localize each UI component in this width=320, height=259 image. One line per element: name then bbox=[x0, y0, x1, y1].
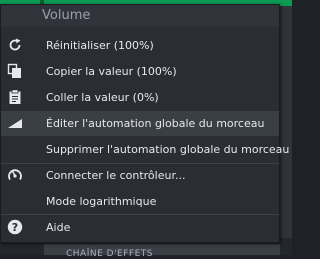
menu-item-label: Mode logarithmique bbox=[46, 195, 157, 208]
menu-item-edit-global-automation[interactable]: Éditer l'automation globale du morceau bbox=[1, 111, 279, 136]
help-icon: ? bbox=[7, 219, 23, 235]
svg-text:?: ? bbox=[12, 221, 18, 234]
menu-item-label: Supprimer l'automation globale du morcea… bbox=[46, 143, 290, 156]
menu-item-label: Connecter le contrôleur... bbox=[46, 169, 186, 182]
menu-item-label: Éditer l'automation globale du morceau bbox=[46, 117, 265, 130]
menu-title: Volume bbox=[1, 5, 279, 27]
context-menu: Volume Réinitialiser (100%) Copier la va… bbox=[0, 4, 289, 243]
window-edge bbox=[280, 6, 292, 238]
effects-chain-label: CHAÎNE D'EFFETS bbox=[66, 249, 153, 259]
menu-item-copy-value[interactable]: Copier la valeur (100%) bbox=[1, 59, 279, 84]
copy-icon bbox=[7, 63, 23, 79]
menu-item-label: Réinitialiser (100%) bbox=[46, 39, 154, 52]
menu-item-reset[interactable]: Réinitialiser (100%) bbox=[1, 33, 279, 58]
menu-item-log-mode[interactable]: Mode logarithmique bbox=[1, 189, 279, 214]
menu-item-label: Aide bbox=[46, 221, 71, 234]
menu-item-help[interactable]: ? Aide bbox=[1, 215, 279, 240]
menu-item-remove-global-automation[interactable]: Supprimer l'automation globale du morcea… bbox=[1, 137, 289, 162]
menu-item-label: Copier la valeur (100%) bbox=[46, 65, 177, 78]
reload-icon bbox=[7, 37, 23, 53]
paste-icon bbox=[7, 89, 23, 105]
menu-item-label: Coller la valeur (0%) bbox=[46, 91, 159, 104]
menu-item-connect-controller[interactable]: Connecter le contrôleur... bbox=[1, 163, 279, 188]
automation-ramp-icon bbox=[7, 115, 23, 131]
controller-knob-icon bbox=[7, 167, 23, 183]
menu-item-paste-value[interactable]: Coller la valeur (0%) bbox=[1, 85, 279, 110]
